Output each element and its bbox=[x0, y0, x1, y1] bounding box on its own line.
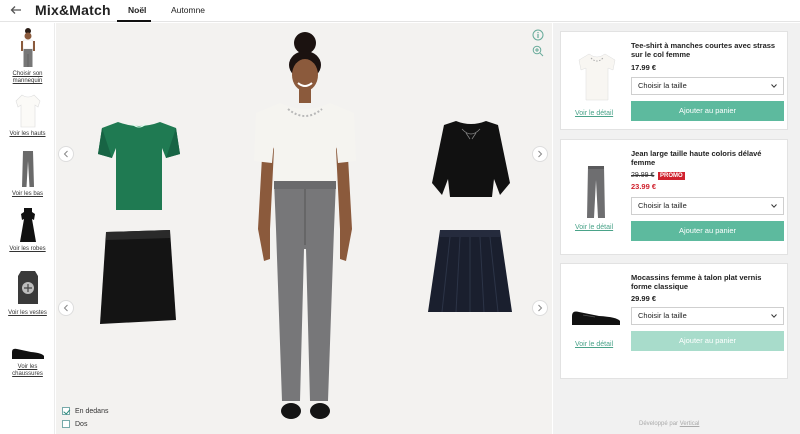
add-to-cart-button[interactable]: Ajouter au panier bbox=[631, 101, 784, 121]
chevron-right-icon bbox=[538, 304, 543, 312]
back-view-checkbox[interactable] bbox=[62, 420, 70, 428]
back-view-label: Dos bbox=[75, 420, 88, 428]
top-bar: Mix&Match Noël Automne bbox=[0, 0, 800, 22]
next-bottom-arrow[interactable] bbox=[532, 300, 548, 316]
chevron-down-icon bbox=[771, 84, 777, 88]
product-title: Tee-shirt à manches courtes avec strass … bbox=[631, 41, 776, 59]
prev-top-arrow[interactable] bbox=[58, 146, 74, 162]
navy-pleated-skirt-item[interactable] bbox=[426, 228, 514, 316]
green-blouse-item[interactable] bbox=[96, 118, 182, 214]
sidebar-item-shoes[interactable]: Voir les chaussures bbox=[0, 344, 55, 378]
info-icon[interactable] bbox=[532, 29, 544, 41]
jacket-icon bbox=[17, 271, 38, 304]
size-select-label: Choisir la taille bbox=[638, 81, 687, 90]
sidebar-label-model-2: mannequin bbox=[12, 78, 43, 84]
size-select[interactable]: Choisir la taille bbox=[631, 307, 784, 325]
shoe-icon bbox=[11, 348, 44, 359]
product-title: Jean large taille haute coloris délavé f… bbox=[631, 149, 762, 167]
product-price: 29.99 € bbox=[631, 294, 657, 303]
sidebar-item-model[interactable]: Choisir son mannequin bbox=[0, 27, 55, 85]
tuck-in-label: En dedans bbox=[75, 407, 109, 415]
chevron-down-icon bbox=[771, 314, 777, 318]
brand-logo: Mix&Match bbox=[35, 2, 111, 18]
option-back[interactable]: Dos bbox=[62, 420, 87, 428]
sidebar-label-shoes-2: chaussures bbox=[12, 371, 43, 377]
product-price: 17.99 € bbox=[631, 63, 657, 72]
tab-automne[interactable]: Automne bbox=[171, 5, 205, 15]
back-arrow-icon[interactable] bbox=[9, 3, 23, 17]
size-select-label: Choisir la taille bbox=[638, 201, 687, 210]
mannequin-model bbox=[254, 32, 356, 419]
powered-by-prefix: Développé par bbox=[639, 421, 680, 427]
sidebar-item-dresses[interactable]: Voir les robes bbox=[0, 206, 55, 253]
old-price: 29.99 € bbox=[631, 172, 655, 179]
sidebar-item-bottoms[interactable]: Voir les bas bbox=[0, 149, 55, 198]
size-select[interactable]: Choisir la taille bbox=[631, 77, 784, 95]
outfit-stage: En dedans Dos bbox=[56, 23, 552, 434]
view-detail-link[interactable]: Voir le détail bbox=[575, 224, 613, 231]
product-card-loafers: Mocassins femme à talon plat vernis form… bbox=[560, 263, 788, 379]
zoom-in-icon[interactable] bbox=[532, 45, 544, 57]
view-detail-link[interactable]: Voir le détail bbox=[575, 110, 613, 117]
product-card-tshirt: Tee-shirt à manches courtes avec strass … bbox=[560, 31, 788, 130]
sidebar-item-jackets[interactable]: Voir les vestes bbox=[0, 268, 55, 317]
chevron-right-icon bbox=[538, 150, 543, 158]
powered-by: Développé par Vertical bbox=[639, 421, 699, 427]
chevron-down-icon bbox=[771, 204, 777, 208]
model-icon bbox=[20, 28, 35, 67]
sidebar-label-tops: Voir les hauts bbox=[9, 131, 46, 137]
sidebar-label-dresses: Voir les robes bbox=[9, 246, 46, 252]
jeans-icon bbox=[21, 151, 34, 187]
active-tab-indicator bbox=[117, 20, 151, 22]
chevron-left-icon bbox=[63, 150, 68, 158]
tab-noel[interactable]: Noël bbox=[128, 5, 146, 15]
black-skirt-item[interactable] bbox=[98, 228, 178, 326]
top-icon bbox=[15, 94, 40, 128]
tuck-in-checkbox[interactable] bbox=[62, 407, 70, 415]
sidebar-label-shoes-1: Voir les bbox=[17, 364, 38, 370]
add-to-cart-button[interactable]: Ajouter au panier bbox=[631, 221, 784, 241]
product-price: 23.99 € bbox=[631, 182, 657, 191]
loafer-thumbnail bbox=[572, 311, 620, 325]
promo-badge: PROMO bbox=[658, 172, 685, 180]
black-sweater-item[interactable] bbox=[428, 119, 514, 201]
size-select-label: Choisir la taille bbox=[638, 311, 687, 320]
chevron-left-icon bbox=[63, 304, 68, 312]
sidebar-item-tops[interactable]: Voir les hauts bbox=[0, 93, 55, 138]
powered-by-link[interactable]: Vertical bbox=[680, 421, 700, 427]
add-to-cart-button[interactable]: Ajouter au panier bbox=[631, 331, 784, 351]
view-detail-link[interactable]: Voir le détail bbox=[575, 341, 613, 348]
product-card-jeans: Jean large taille haute coloris délavé f… bbox=[560, 139, 788, 255]
tshirt-thumbnail bbox=[578, 53, 616, 101]
product-panel: Tee-shirt à manches courtes avec strass … bbox=[553, 23, 800, 434]
next-top-arrow[interactable] bbox=[532, 146, 548, 162]
category-sidebar: Choisir son mannequin Voir les hauts Voi… bbox=[0, 23, 55, 434]
size-select[interactable]: Choisir la taille bbox=[631, 197, 784, 215]
sidebar-label-bottoms: Voir les bas bbox=[11, 191, 44, 197]
dress-icon bbox=[19, 208, 36, 242]
sidebar-label-model-1: Choisir son bbox=[12, 71, 43, 77]
sidebar-label-jackets: Voir les vestes bbox=[8, 310, 47, 316]
option-tuck-in[interactable]: En dedans bbox=[62, 407, 108, 415]
product-title: Mocassins femme à talon plat vernis form… bbox=[631, 273, 762, 291]
jeans-thumbnail bbox=[587, 166, 605, 218]
prev-bottom-arrow[interactable] bbox=[58, 300, 74, 316]
